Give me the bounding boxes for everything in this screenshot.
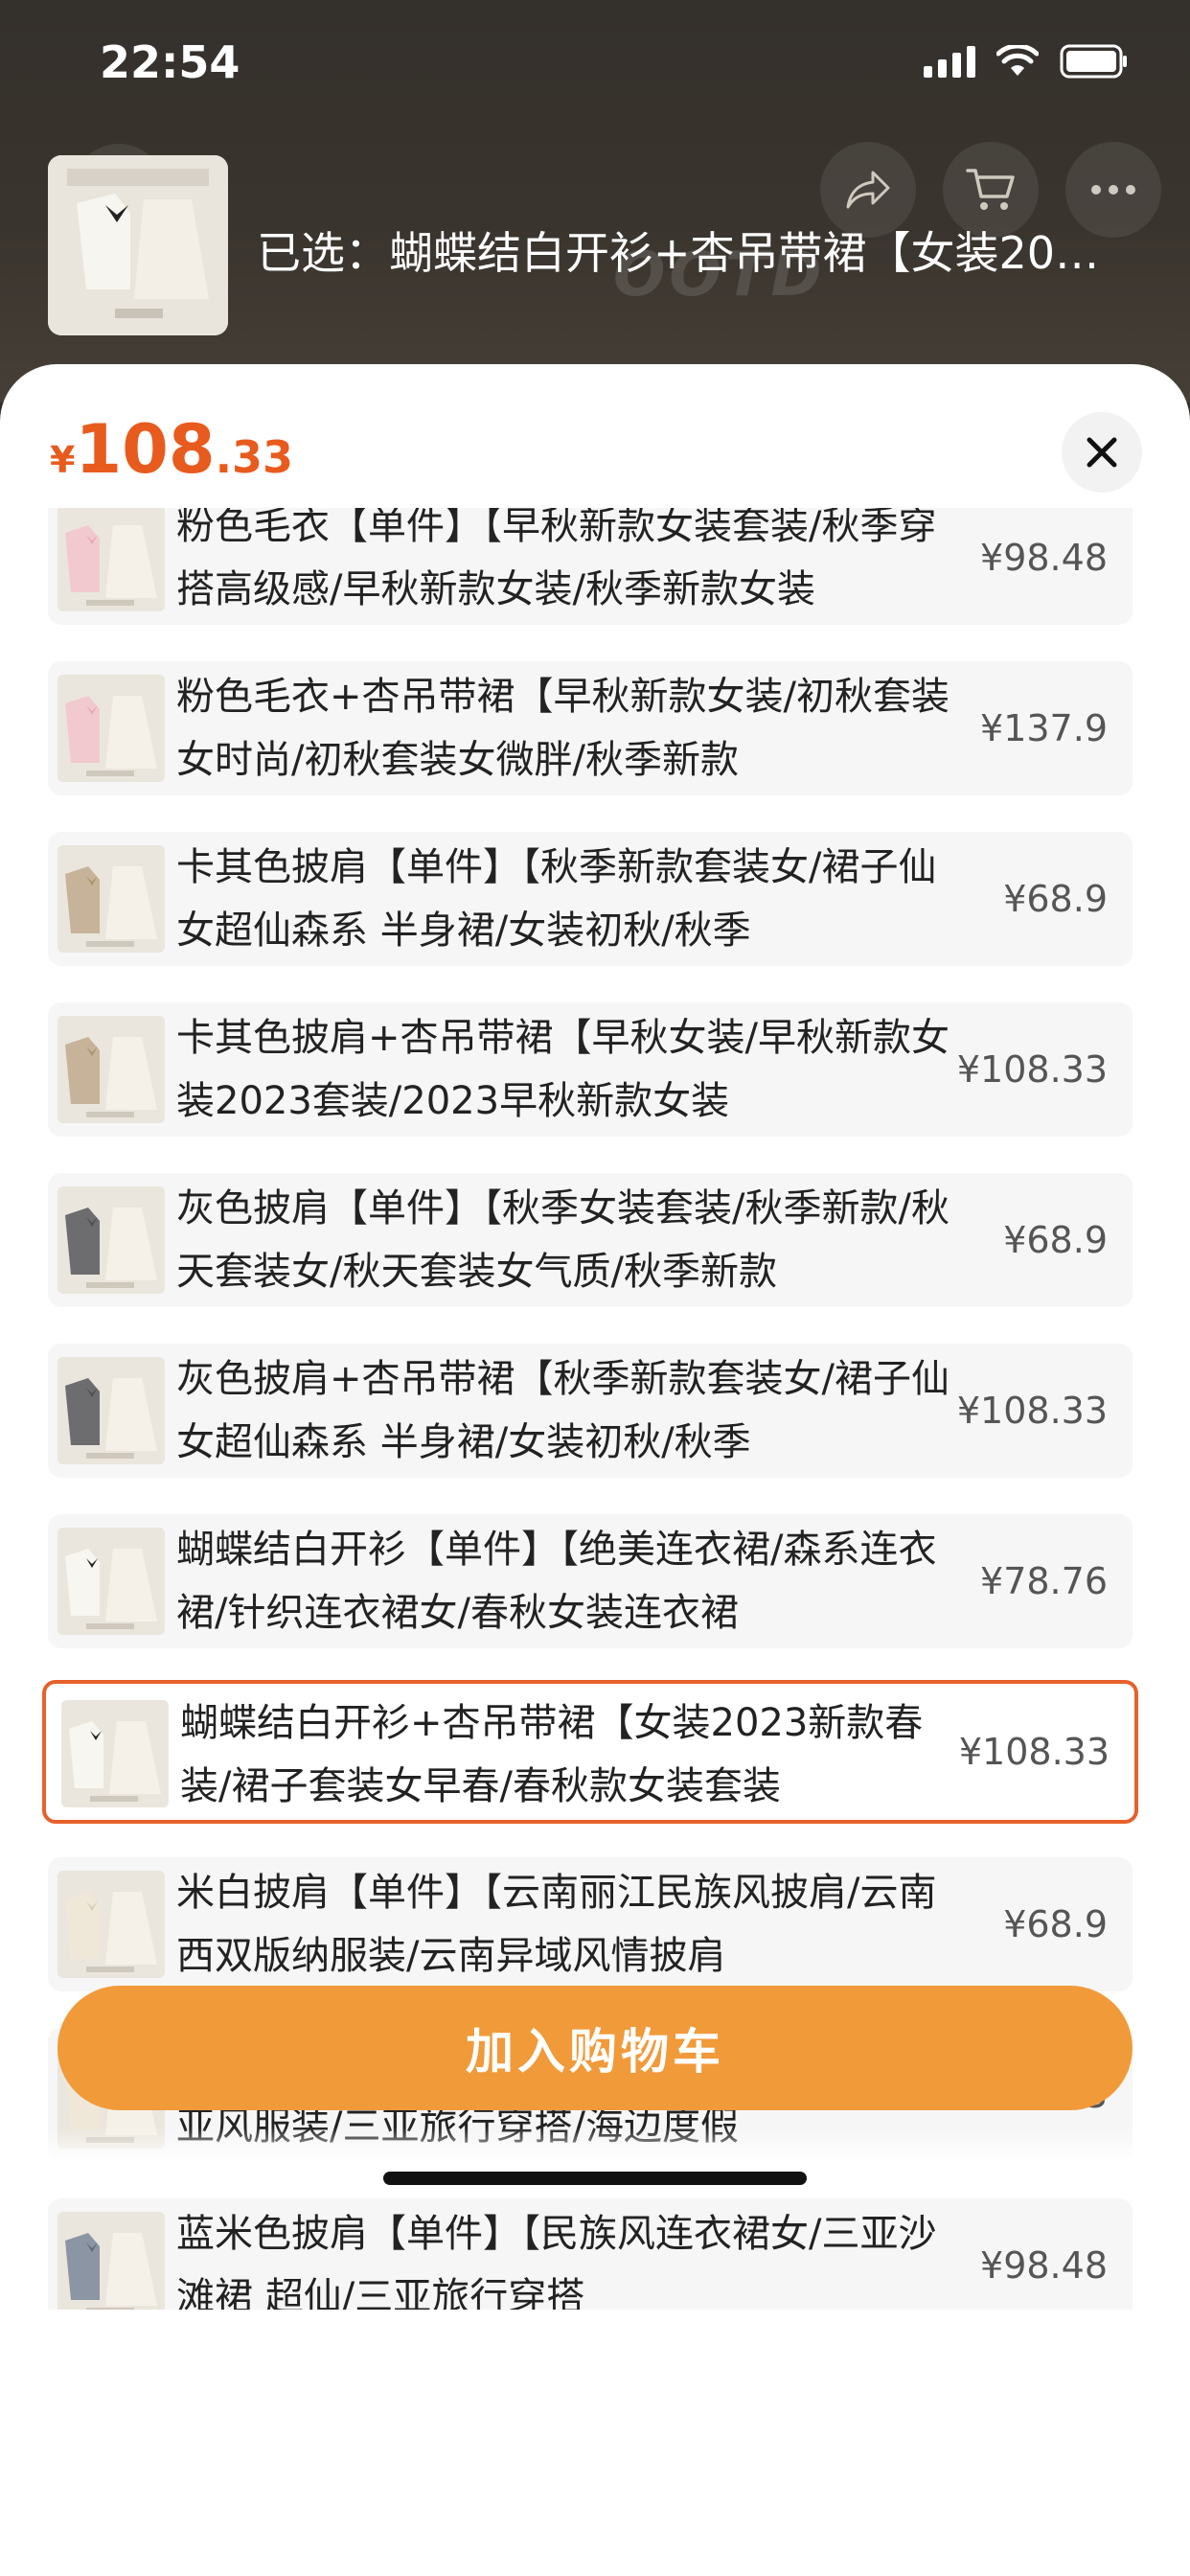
sku-option[interactable]: 灰色披肩【单件】【秋季女装套装/秋季新款/秋天套装女/秋天套装女气质/秋季新款 ¥… [48, 1173, 1133, 1307]
sku-option[interactable]: 蝴蝶结白开衫【单件】【绝美连衣裙/森系连衣裙/针织连衣裙女/春秋女装连衣裙 ¥78… [48, 1514, 1133, 1648]
sku-price: ¥78.76 [980, 1560, 1108, 1602]
sku-option-selected[interactable]: 蝴蝶结白开衫+杏吊带裙【女装2023新款春装/裙子套装女早春/春秋款女装套装 ¥1… [42, 1680, 1138, 1824]
sku-thumbnail [57, 1186, 165, 1294]
sku-price: ¥98.48 [980, 537, 1108, 579]
sku-selector-sheet: ¥108.33 粉色毛衣【单件】【早秋新款女装套装/秋季穿搭高级感/早秋新款女装… [0, 364, 1190, 2576]
sku-price: ¥98.48 [980, 2244, 1108, 2287]
close-button[interactable] [1062, 412, 1142, 493]
share-icon [846, 171, 890, 209]
sku-thumbnail [57, 1016, 165, 1123]
sku-price: ¥68.9 [1003, 1903, 1108, 1945]
more-icon [1091, 185, 1135, 195]
sku-price: ¥137.9 [980, 707, 1108, 749]
price-integer: 108 [75, 410, 216, 489]
add-to-cart-button[interactable]: 加入购物车 [57, 1986, 1133, 2110]
sku-option[interactable]: 蓝米色披肩【单件】【民族风连衣裙女/三亚沙滩裙 超仙/三亚旅行穿搭 ¥98.48 [48, 2198, 1133, 2310]
sku-name: 灰色披肩【单件】【秋季女装套装/秋季新款/秋天套装女/秋天套装女气质/秋季新款 [176, 1186, 950, 1294]
sku-option[interactable]: 粉色毛衣+杏吊带裙【早秋新款女装/初秋套装女时尚/初秋套装女微胖/秋季新款 ¥13… [48, 661, 1133, 795]
sku-name: 米白披肩【单件】【云南丽江民族风披肩/云南西双版纳服装/云南异域风情披肩 [176, 1871, 937, 1978]
sku-thumbnail [57, 1528, 165, 1635]
sku-price: ¥108.33 [956, 1048, 1108, 1091]
sku-thumbnail [57, 508, 165, 611]
sku-name: 蝴蝶结白开衫【单件】【绝美连衣裙/森系连衣裙/针织连衣裙女/春秋女装连衣裙 [176, 1528, 937, 1635]
sku-price: ¥68.9 [1003, 878, 1108, 920]
sku-name: 蓝米色披肩【单件】【民族风连衣裙女/三亚沙滩裙 超仙/三亚旅行穿搭 [176, 2212, 937, 2310]
sku-option[interactable]: 米白披肩【单件】【云南丽江民族风披肩/云南西双版纳服装/云南异域风情披肩 ¥68.… [48, 1857, 1133, 1991]
price-currency: ¥ [50, 439, 76, 481]
sku-name: 粉色毛衣+杏吊带裙【早秋新款女装/初秋套装女时尚/初秋套装女微胖/秋季新款 [176, 675, 950, 782]
sku-name: 蝴蝶结白开衫+杏吊带裙【女装2023新款春装/裙子套装女早春/春秋款女装套装 [180, 1701, 924, 1808]
wifi-icon [996, 45, 1039, 78]
sku-name: 卡其色披肩【单件】【秋季新款套装女/裙子仙女超仙森系 半身裙/女装初秋/秋季 [176, 845, 937, 953]
sku-thumbnail [57, 845, 165, 953]
list-fade [0, 2128, 1190, 2166]
cart-icon [966, 169, 1015, 210]
status-icons [924, 44, 1129, 79]
sku-name: 粉色毛衣【单件】【早秋新款女装套装/秋季穿搭高级感/早秋新款女装/秋季新款女装 [176, 508, 937, 611]
close-icon [1087, 437, 1117, 468]
signal-icon [924, 45, 975, 78]
selected-product-thumbnail[interactable] [48, 155, 228, 335]
sku-thumbnail [57, 1357, 165, 1464]
home-indicator [383, 2172, 807, 2185]
status-bar: 22:54 [0, 0, 1190, 134]
sku-option[interactable]: 卡其色披肩【单件】【秋季新款套装女/裙子仙女超仙森系 半身裙/女装初秋/秋季 ¥6… [48, 832, 1133, 966]
price-decimal: .33 [215, 431, 294, 483]
sku-price: ¥68.9 [1003, 1219, 1108, 1261]
sku-name: 灰色披肩+杏吊带裙【秋季新款套装女/裙子仙女超仙森系 半身裙/女装初秋/秋季 [176, 1357, 950, 1464]
sku-thumbnail [57, 1871, 165, 1978]
status-time: 22:54 [100, 36, 240, 88]
selected-sku-label: 已选：蝴蝶结白开衫+杏吊带裙【女装2023新款春装/裙子套装女早春/春秋款... [257, 227, 1100, 279]
current-price: ¥108.33 [50, 410, 293, 489]
battery-icon [1060, 44, 1129, 79]
sku-option[interactable]: 粉色毛衣【单件】【早秋新款女装套装/秋季穿搭高级感/早秋新款女装/秋季新款女装 ¥… [48, 508, 1133, 625]
sku-name: 卡其色披肩+杏吊带裙【早秋女装/早秋新款女装2023套装/2023早秋新款女装 [176, 1016, 950, 1123]
sku-price: ¥108.33 [956, 1390, 1108, 1432]
sku-thumbnail [57, 2212, 165, 2310]
sku-option[interactable]: 卡其色披肩+杏吊带裙【早秋女装/早秋新款女装2023套装/2023早秋新款女装 ¥… [48, 1002, 1133, 1137]
sku-option[interactable]: 灰色披肩+杏吊带裙【秋季新款套装女/裙子仙女超仙森系 半身裙/女装初秋/秋季 ¥1… [48, 1344, 1133, 1478]
sku-thumbnail [57, 675, 165, 782]
sku-thumbnail [61, 1700, 169, 1807]
sku-price: ¥108.33 [958, 1731, 1110, 1773]
